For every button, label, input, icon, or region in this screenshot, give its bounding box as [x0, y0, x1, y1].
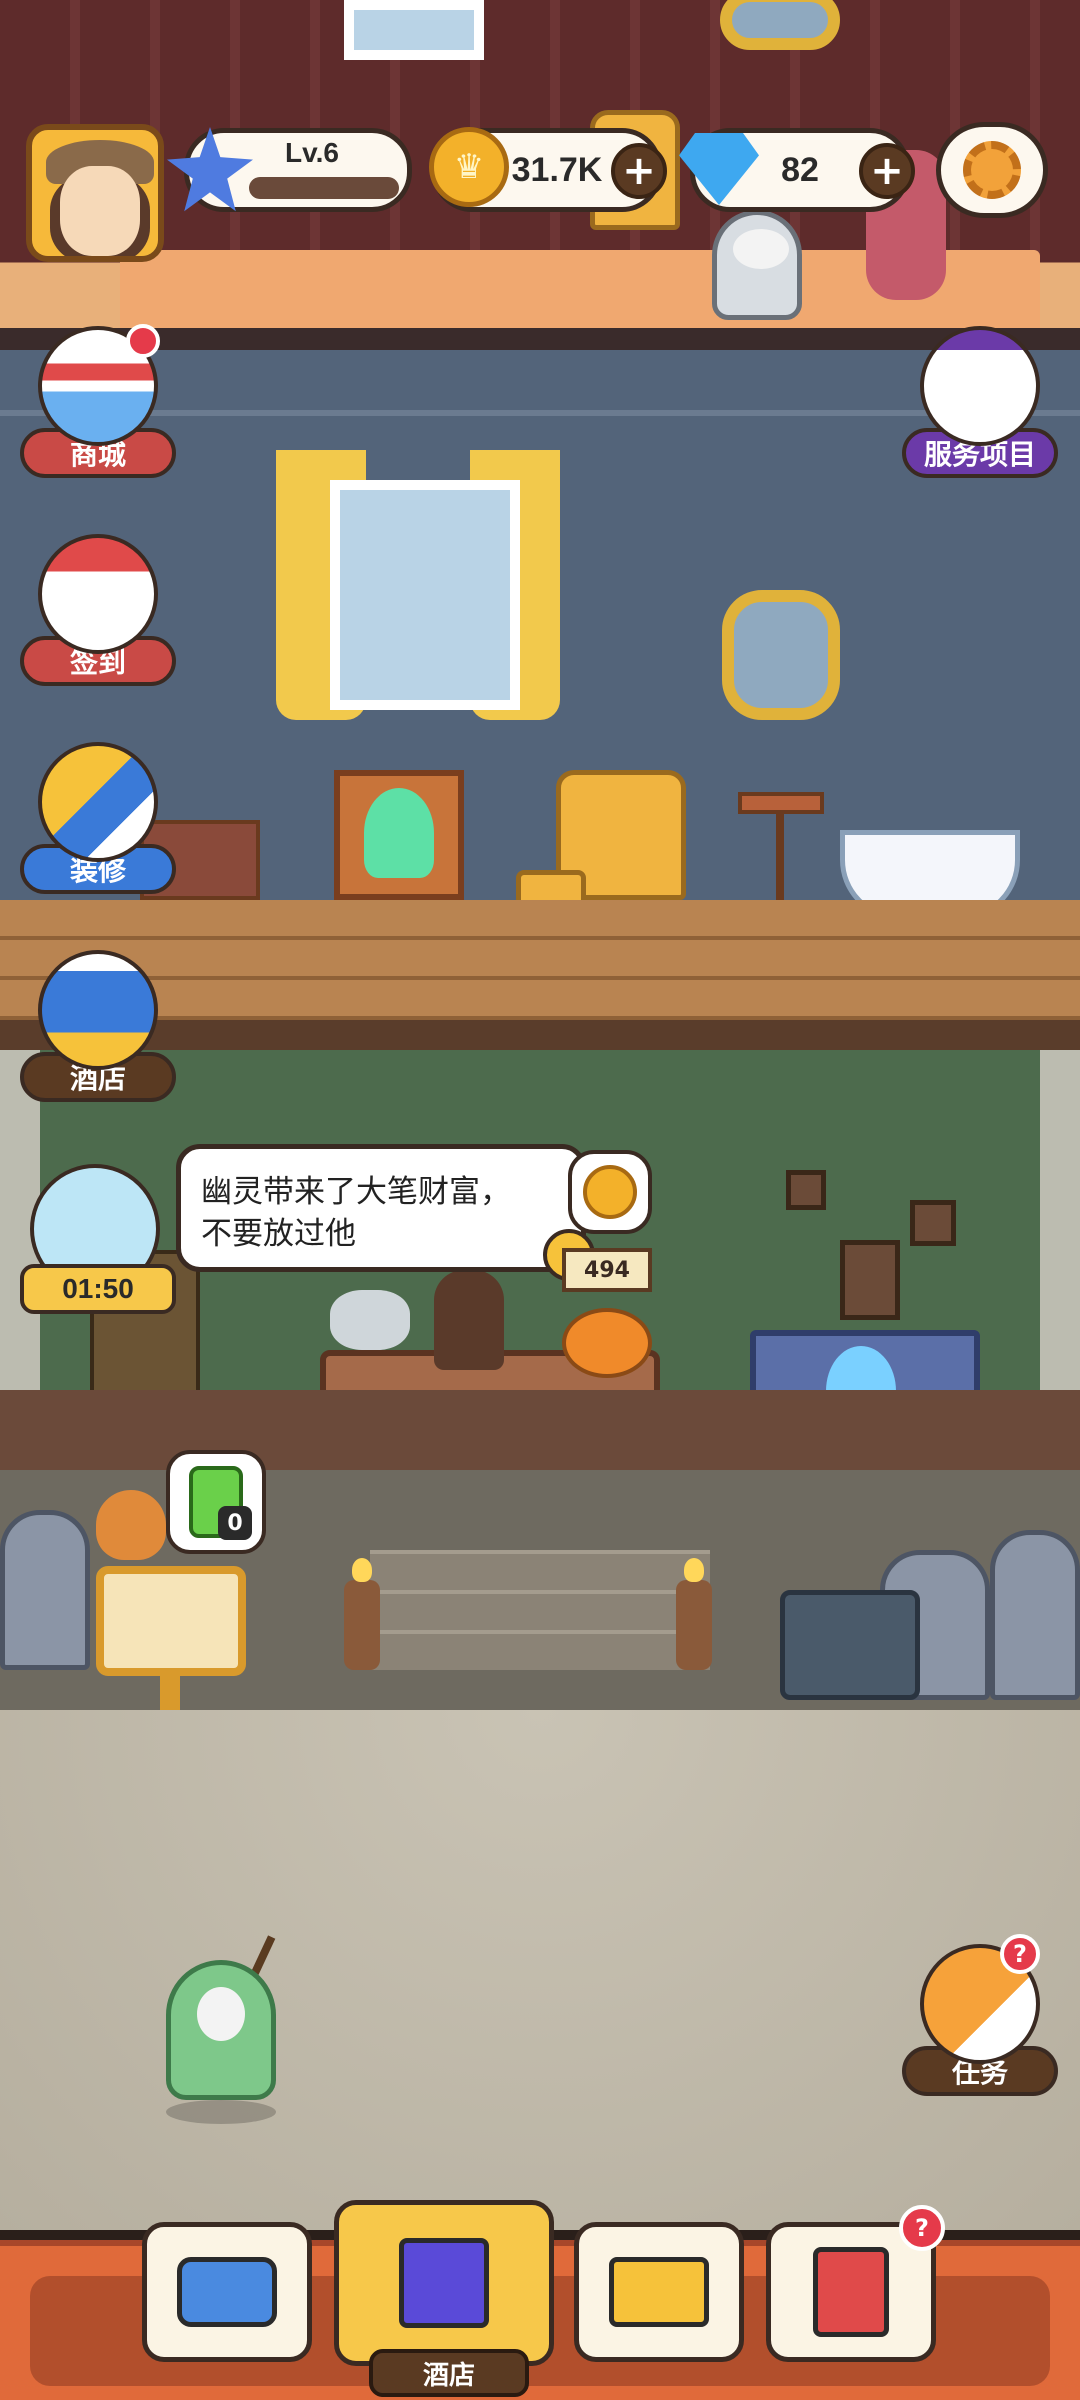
- clipboard-icon: [920, 326, 1040, 446]
- energy-bubble[interactable]: 0: [166, 1450, 266, 1554]
- coin-icon: ♛: [429, 127, 509, 207]
- decorate-button[interactable]: 装修: [8, 742, 188, 894]
- task-book-icon: ?: [920, 1934, 1040, 2064]
- settings-button[interactable]: [936, 122, 1048, 218]
- gem-amount: 82: [781, 150, 819, 189]
- speech-line-1: 幽灵带来了大笔财富，: [201, 1174, 511, 1210]
- speech-line-2: 不要放过他: [201, 1216, 356, 1252]
- skull-decoration: [330, 1290, 410, 1350]
- delivery-mailbox[interactable]: [780, 1590, 920, 1700]
- gem-counter[interactable]: 82 +: [679, 128, 915, 212]
- window: [344, 0, 484, 60]
- entrance-steps: [0, 1470, 1080, 1710]
- shop-icon: [38, 324, 160, 446]
- receptionist[interactable]: [434, 1270, 504, 1370]
- nav-hotel-button[interactable]: 酒店: [334, 2200, 554, 2397]
- add-gems-button[interactable]: +: [859, 143, 915, 199]
- xp-progress-bar: [249, 177, 399, 199]
- envelope-icon: [609, 2257, 709, 2327]
- book-badge: ?: [899, 2205, 945, 2251]
- level-bar[interactable]: Lv.6: [167, 127, 412, 212]
- gear-icon: [963, 141, 1021, 199]
- stair: [370, 1550, 710, 1590]
- ghost-timer-value: 01:50: [20, 1264, 176, 1314]
- level-label: Lv.6: [285, 137, 339, 168]
- wall-frame: [786, 1170, 826, 1210]
- wainscot: [0, 1390, 1080, 1470]
- hotel-building-icon: [38, 950, 158, 1070]
- candle-stand: [344, 1558, 380, 1670]
- fireplace: [334, 770, 464, 900]
- window: [330, 480, 520, 710]
- avatar-face: [60, 166, 140, 256]
- energy-count: 0: [218, 1506, 252, 1540]
- pumpkin: [562, 1308, 652, 1378]
- nav-book-button[interactable]: ?: [766, 2205, 945, 2362]
- coin-icon: [583, 1165, 637, 1219]
- speech-bubble[interactable]: 幽灵带来了大笔财富， 不要放过他 ›: [176, 1144, 595, 1281]
- add-coins-button[interactable]: +: [611, 143, 667, 199]
- coin-collect-bubble[interactable]: [568, 1150, 652, 1234]
- wall-portrait: [840, 1240, 900, 1320]
- suitcase-icon: [177, 2257, 277, 2327]
- garden-sign[interactable]: [96, 1566, 246, 1676]
- side-table: [738, 792, 824, 814]
- side-table-leg: [776, 814, 784, 914]
- player-avatar[interactable]: [26, 124, 164, 262]
- nav-mail-button[interactable]: [574, 2222, 744, 2362]
- candle-stand: [676, 1558, 712, 1670]
- mirror: [720, 0, 840, 50]
- services-button[interactable]: 服务项目: [890, 326, 1070, 478]
- fox[interactable]: [96, 1490, 166, 1560]
- reaper-ghost[interactable]: [166, 1960, 276, 2100]
- book-icon: [813, 2247, 889, 2337]
- calendar-icon: [38, 534, 158, 654]
- hotel-button[interactable]: 酒店: [8, 950, 188, 1102]
- coin-counter[interactable]: ♛ 31.7K +: [429, 127, 667, 212]
- shop-button[interactable]: 商城: [8, 324, 188, 478]
- checkin-button[interactable]: 签到: [8, 534, 188, 686]
- paint-roller-icon: [38, 742, 158, 862]
- notification-dot: [126, 324, 160, 358]
- nav-travel-button[interactable]: [142, 2222, 312, 2362]
- tasks-button[interactable]: ? 任务: [890, 1934, 1070, 2096]
- sign-post: [160, 1670, 180, 1710]
- nav-hotel-label: 酒店: [369, 2349, 529, 2397]
- guest-ghost[interactable]: [712, 210, 802, 320]
- stair: [370, 1630, 710, 1670]
- wall-frame: [910, 1200, 956, 1246]
- ghost-shadow: [166, 2100, 276, 2124]
- hotel-building-icon: [399, 2238, 489, 2328]
- tombstone: [990, 1530, 1080, 1700]
- tasks-badge: ?: [1000, 1934, 1040, 1974]
- desk-price-tag: 494: [562, 1248, 652, 1292]
- coin-amount: 31.7K: [511, 150, 603, 189]
- ghost-visitor-timer[interactable]: 01:50: [20, 1164, 176, 1314]
- tombstone: [0, 1510, 90, 1670]
- stair: [370, 1590, 710, 1630]
- mirror: [722, 590, 840, 720]
